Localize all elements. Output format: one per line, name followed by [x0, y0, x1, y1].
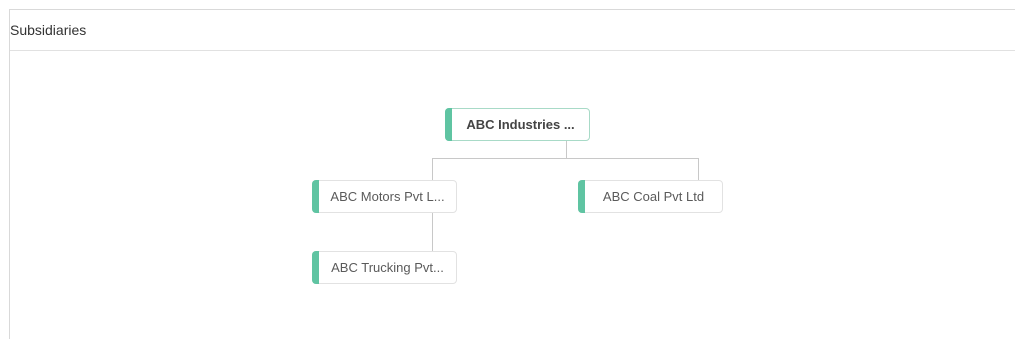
- node-label: ABC Coal Pvt Ltd: [602, 189, 705, 204]
- connector-root-down: [566, 141, 567, 159]
- org-node-coal[interactable]: ABC Coal Pvt Ltd: [578, 180, 723, 213]
- node-label: ABC Industries ...: [466, 117, 575, 132]
- connector-right-down: [698, 158, 699, 180]
- node-accent-bar: [312, 251, 319, 284]
- org-node-motors[interactable]: ABC Motors Pvt L...: [312, 180, 457, 213]
- connector-motors-down: [432, 213, 433, 251]
- node-label: ABC Motors Pvt L...: [330, 189, 445, 204]
- node-label: ABC Trucking Pvt...: [331, 260, 444, 275]
- connector-horizontal: [432, 158, 699, 159]
- node-accent-bar: [445, 108, 452, 141]
- panel-title: Subsidiaries: [10, 22, 87, 38]
- node-accent-bar: [312, 180, 319, 213]
- panel-header: Subsidiaries: [10, 10, 1015, 51]
- connector-left-down: [432, 158, 433, 180]
- org-node-trucking[interactable]: ABC Trucking Pvt...: [312, 251, 457, 284]
- subsidiaries-panel: Subsidiaries: [9, 9, 1015, 339]
- node-accent-bar: [578, 180, 585, 213]
- org-node-root[interactable]: ABC Industries ...: [445, 108, 590, 141]
